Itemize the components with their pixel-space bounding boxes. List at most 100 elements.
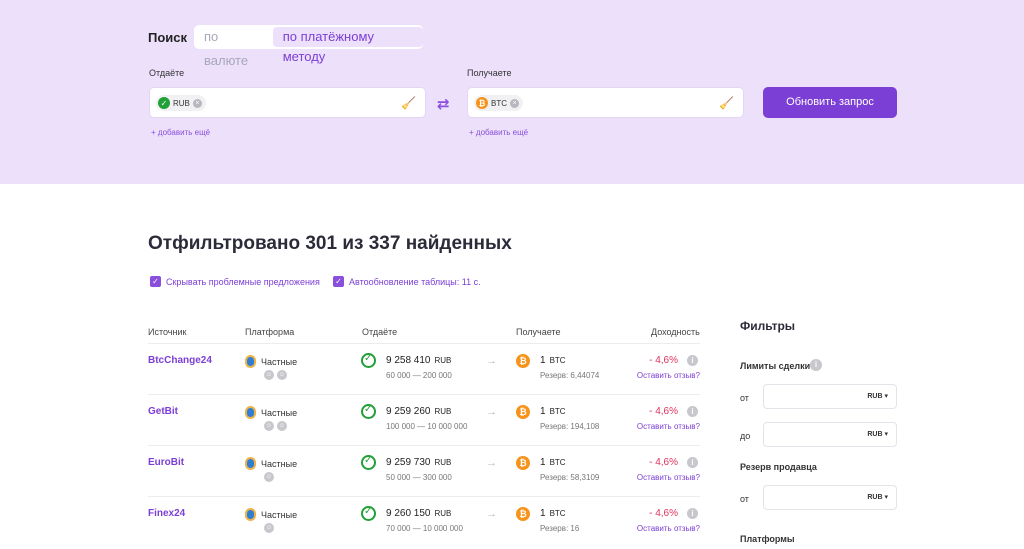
reserve-value: Резерв: 16 bbox=[540, 524, 580, 533]
unit-dropdown[interactable]: RUB ▾ bbox=[867, 430, 888, 438]
give-amount: 9 259 730 RUB bbox=[386, 457, 451, 468]
hide-problem-label: Скрывать проблемные предложения bbox=[166, 276, 320, 287]
unit-dropdown[interactable]: RUB ▾ bbox=[867, 392, 888, 400]
header-platform[interactable]: Платформа bbox=[245, 327, 294, 337]
search-mode-tabs: по валюте по платёжному методу bbox=[194, 25, 423, 68]
autorefresh-checkbox[interactable]: ✓ Автообновление таблицы: 11 с. bbox=[333, 276, 481, 287]
results-headline: Отфильтровано 301 из 337 найденных bbox=[148, 233, 512, 254]
arrow-right-icon: → bbox=[486, 457, 497, 469]
reserve-value: Резерв: 194,108 bbox=[540, 422, 600, 431]
give-currency: RUB bbox=[434, 509, 452, 518]
get-chip[interactable]: ₿ BTC × bbox=[474, 95, 523, 111]
table-row[interactable]: EuroBit Частные ☺ 9 259 730RUB 50 000 — 300 … bbox=[148, 445, 700, 496]
unit-label: RUB bbox=[867, 494, 883, 501]
info-icon[interactable]: i bbox=[687, 508, 698, 519]
unit-label: RUB bbox=[867, 393, 883, 400]
info-icon[interactable]: i bbox=[687, 406, 698, 417]
give-value: 9 260 150 bbox=[386, 508, 431, 519]
platform-badge-icon: ☺ bbox=[264, 472, 274, 482]
limit-from-input[interactable]: RUB ▾ bbox=[763, 384, 897, 409]
arrow-right-icon: → bbox=[486, 508, 497, 520]
source-link[interactable]: GetBit bbox=[148, 406, 178, 417]
get-currency-field[interactable]: ₿ BTC × 🧹 bbox=[467, 87, 744, 118]
arrow-right-icon: → bbox=[486, 406, 497, 418]
header-source[interactable]: Источник bbox=[148, 327, 186, 337]
clear-icon[interactable]: 🧹 bbox=[401, 96, 416, 110]
header-yield[interactable]: Доходность bbox=[651, 327, 700, 337]
unit-dropdown[interactable]: RUB ▾ bbox=[867, 493, 888, 501]
header-give[interactable]: Отдаёте bbox=[362, 327, 397, 337]
table-row[interactable]: Finex24 Частные ☺ 9 260 150RUB 70 000 — 10 0… bbox=[148, 496, 700, 547]
give-amount: 9 259 260 RUB bbox=[386, 406, 451, 417]
refresh-request-button[interactable]: Обновить запрос bbox=[763, 87, 897, 118]
tab-by-payment-method[interactable]: по платёжному методу bbox=[272, 27, 423, 64]
table-row[interactable]: BtcChange24 Частные ☺☺ 9 258 410RUB 60 000 —… bbox=[148, 343, 700, 394]
limit-to-input[interactable]: RUB ▾ bbox=[763, 422, 897, 447]
info-icon[interactable]: i bbox=[687, 457, 698, 468]
bitcoin-icon: ₿ bbox=[516, 507, 530, 521]
seller-reserve-label: Резерв продавца bbox=[740, 462, 817, 472]
give-limits: 60 000 — 200 000 bbox=[386, 371, 452, 380]
give-currency: RUB bbox=[434, 458, 452, 467]
limit-to-label: до bbox=[740, 431, 751, 441]
checkbox-checked-icon: ✓ bbox=[150, 276, 161, 287]
get-value: 1 bbox=[540, 508, 546, 519]
sberbank-icon bbox=[361, 506, 376, 521]
private-platform-icon bbox=[245, 406, 256, 419]
give-value: 9 259 260 bbox=[386, 406, 431, 417]
tab-by-currency[interactable]: по валюте bbox=[194, 25, 273, 68]
reserve-value: Резерв: 6,44074 bbox=[540, 371, 600, 380]
source-link[interactable]: Finex24 bbox=[148, 508, 185, 519]
clear-icon[interactable]: 🧹 bbox=[719, 96, 734, 110]
bitcoin-icon: ₿ bbox=[516, 354, 530, 368]
give-value: 9 258 410 bbox=[386, 355, 431, 366]
give-add-more-link[interactable]: + добавить ещё bbox=[151, 128, 210, 137]
remove-chip-icon[interactable]: × bbox=[192, 98, 202, 108]
private-platform-icon bbox=[245, 355, 256, 368]
leave-review-link[interactable]: Оставить отзыв? bbox=[637, 473, 700, 482]
leave-review-link[interactable]: Оставить отзыв? bbox=[637, 371, 700, 380]
remove-chip-icon[interactable]: × bbox=[510, 98, 519, 108]
yield-value: - 4,6% bbox=[649, 508, 678, 519]
search-panel: Поиск по валюте по платёжному методу Отд… bbox=[0, 0, 1024, 184]
platform-badge-icon: ☺ bbox=[264, 370, 274, 380]
platform-badges: ☺ bbox=[264, 523, 277, 533]
info-icon[interactable]: i bbox=[810, 359, 822, 371]
info-icon[interactable]: i bbox=[687, 355, 698, 366]
platform-cell: Частные bbox=[245, 457, 297, 470]
give-currency-field[interactable]: ✓ RUB × 🧹 bbox=[149, 87, 426, 118]
platform-label: Частные bbox=[261, 509, 298, 520]
platforms-label: Платформы bbox=[740, 534, 795, 544]
give-amount: 9 258 410 RUB bbox=[386, 355, 451, 366]
platform-label: Частные bbox=[261, 407, 298, 418]
platform-badge-icon: ☺ bbox=[277, 421, 287, 431]
platform-badge-icon: ☺ bbox=[264, 421, 274, 431]
table-row[interactable]: GetBit Частные ☺☺ 9 259 260RUB 100 000 — 10 … bbox=[148, 394, 700, 445]
bitcoin-icon: ₿ bbox=[476, 97, 488, 109]
leave-review-link[interactable]: Оставить отзыв? bbox=[637, 422, 700, 431]
limit-from-label: от bbox=[740, 393, 749, 403]
get-amount: 1 BTC bbox=[540, 406, 566, 417]
give-label: Отдаёте bbox=[149, 68, 185, 78]
give-limits: 70 000 — 10 000 000 bbox=[386, 524, 463, 533]
deal-limits-label: Лимиты сделки bbox=[740, 361, 811, 371]
get-amount: 1 BTC bbox=[540, 508, 566, 519]
swap-icon[interactable]: ⇄ bbox=[437, 95, 450, 113]
source-link[interactable]: EuroBit bbox=[148, 457, 184, 468]
platform-badge-icon: ☺ bbox=[277, 370, 287, 380]
reserve-value: Резерв: 58,3109 bbox=[540, 473, 600, 482]
header-get[interactable]: Получаете bbox=[516, 327, 560, 337]
give-chip[interactable]: ✓ RUB × bbox=[156, 95, 206, 111]
platform-cell: Частные bbox=[245, 355, 297, 368]
hide-problem-checkbox[interactable]: ✓ Скрывать проблемные предложения bbox=[150, 276, 320, 287]
get-value: 1 bbox=[540, 355, 546, 366]
get-currency: BTC bbox=[549, 509, 566, 518]
source-link[interactable]: BtcChange24 bbox=[148, 355, 212, 366]
bitcoin-icon: ₿ bbox=[516, 405, 530, 419]
get-add-more-link[interactable]: + добавить ещё bbox=[469, 128, 528, 137]
get-currency: BTC bbox=[549, 458, 566, 467]
platform-label: Частные bbox=[261, 356, 298, 367]
leave-review-link[interactable]: Оставить отзыв? bbox=[637, 524, 700, 533]
reserve-from-input[interactable]: RUB ▾ bbox=[763, 485, 897, 510]
get-value: 1 bbox=[540, 457, 546, 468]
